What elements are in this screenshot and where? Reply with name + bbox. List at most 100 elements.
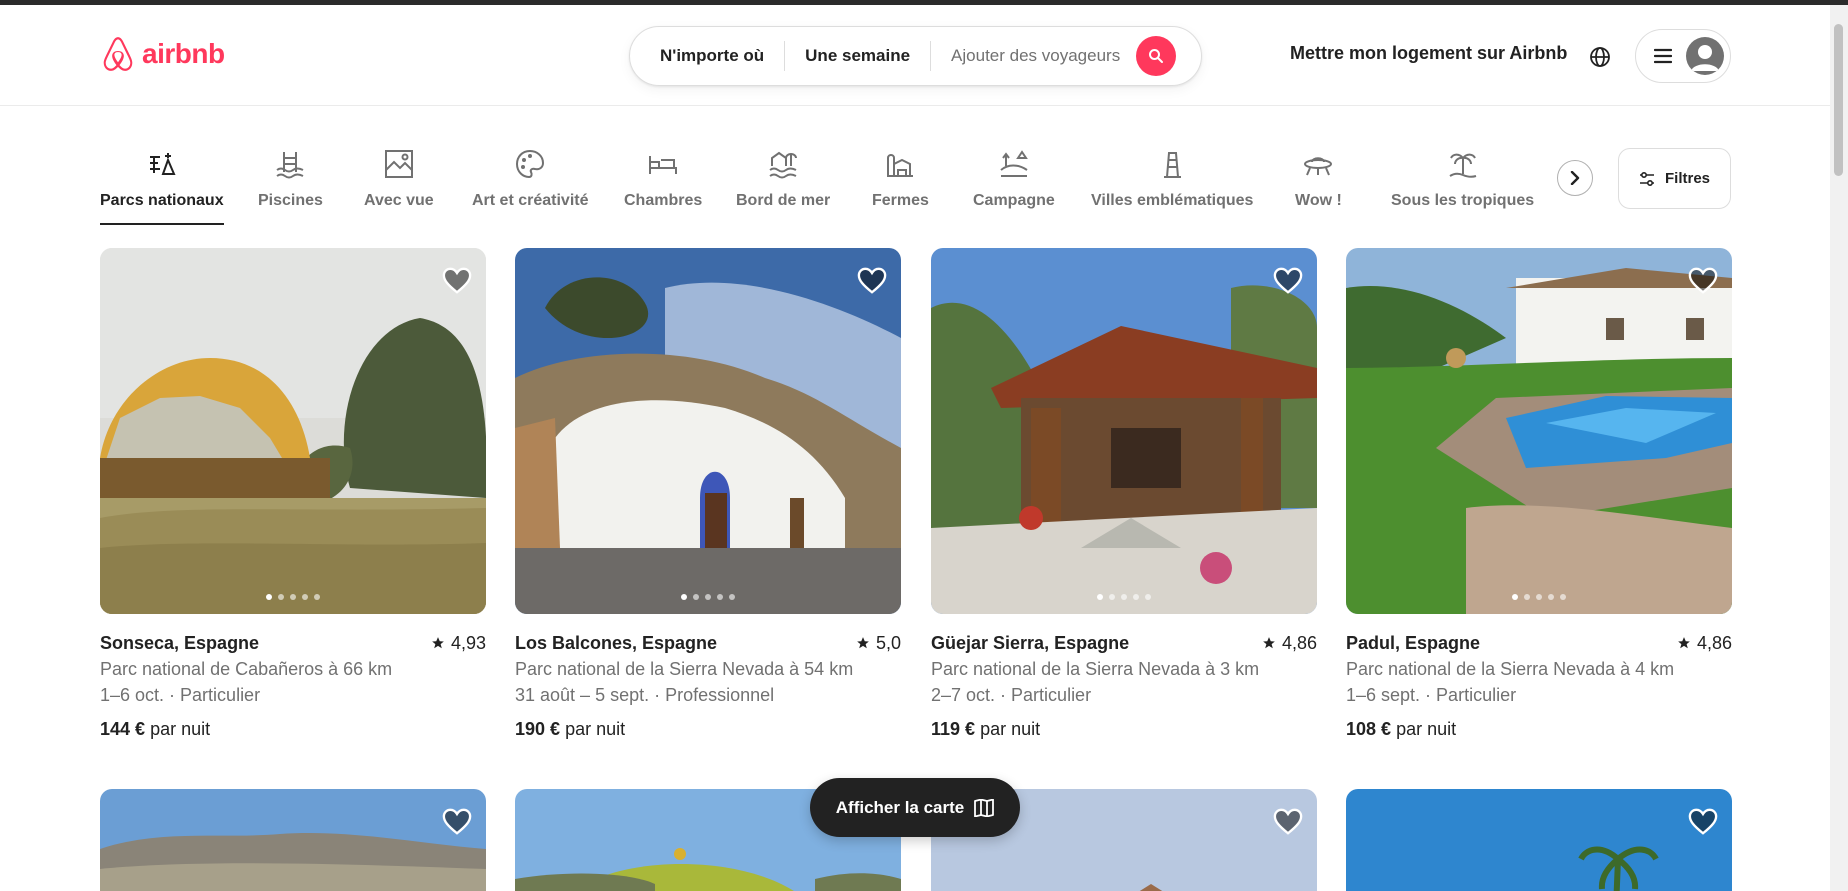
category-label: Sous les tropiques [1391, 192, 1535, 209]
national-park-icon [149, 153, 176, 175]
filters-button[interactable]: Filtres [1618, 148, 1731, 209]
category-bord-de-mer[interactable]: Bord de mer [736, 148, 830, 210]
airbnb-logo[interactable]: airbnb [100, 35, 225, 73]
heart-icon[interactable] [857, 266, 887, 296]
heart-icon[interactable] [1273, 266, 1303, 296]
chevron-right-icon [1570, 171, 1580, 185]
pagination-dot [290, 594, 296, 600]
beachfront-icon [769, 151, 798, 179]
heart-icon[interactable] [1688, 807, 1718, 837]
photo-pagination [100, 594, 486, 600]
listing-price: 190 € par nuit [515, 716, 901, 742]
listing-card[interactable] [1346, 789, 1732, 891]
listing-photo[interactable] [100, 789, 486, 891]
pagination-dot [1548, 594, 1554, 600]
become-host-link[interactable]: Mettre mon logement sur Airbnb [1290, 43, 1567, 64]
header: airbnb N'importe où Une semaine Ajouter … [0, 5, 1830, 106]
pagination-dot [266, 594, 272, 600]
category-wow[interactable]: Wow ! [1295, 148, 1342, 210]
listing-photo[interactable] [931, 248, 1317, 614]
category-label: Bord de mer [736, 192, 831, 209]
category-chambres[interactable]: Chambres [624, 148, 702, 210]
listing-photo[interactable] [515, 248, 901, 614]
category-label: Fermes [872, 192, 929, 209]
heart-icon[interactable] [1273, 807, 1303, 837]
category-villes-emblematiques[interactable]: Villes emblématiques [1091, 148, 1253, 210]
pagination-dot [1560, 594, 1566, 600]
heart-icon[interactable] [442, 807, 472, 837]
pagination-dot [302, 594, 308, 600]
categories-next-button[interactable] [1557, 160, 1593, 196]
search-guests[interactable]: Ajouter des voyageurs [931, 46, 1134, 66]
listing-location: Los Balcones, Espagne [515, 633, 718, 653]
show-map-button[interactable]: Afficher la carte [810, 778, 1020, 837]
filters-icon [1639, 171, 1654, 186]
category-parcs-nationaux[interactable]: Parcs nationaux [100, 148, 224, 225]
map-icon [974, 798, 995, 817]
listing-image [100, 248, 486, 614]
photo-pagination [1346, 594, 1732, 600]
search-when[interactable]: Une semaine [785, 46, 930, 66]
category-campagne[interactable]: Campagne [973, 148, 1055, 210]
listing-location: Padul, Espagne [1346, 633, 1481, 653]
user-menu-button[interactable] [1635, 29, 1731, 83]
pagination-dot [1512, 594, 1518, 600]
price-suffix: par nuit [150, 719, 211, 739]
photo-pagination [931, 594, 1317, 600]
iconic-city-icon [1164, 152, 1182, 178]
user-avatar-icon [1691, 45, 1719, 71]
star-icon [1263, 637, 1275, 649]
pagination-dot [1133, 594, 1139, 600]
price-suffix: par nuit [1396, 719, 1457, 739]
search-bar[interactable]: N'importe où Une semaine Ajouter des voy… [629, 26, 1202, 86]
heart-icon[interactable] [442, 266, 472, 296]
search-where[interactable]: N'importe où [630, 46, 784, 66]
globe-icon[interactable] [1588, 45, 1612, 69]
listing-card[interactable]: Padul, Espagne 4,86 Parc national de la … [1346, 248, 1732, 742]
listing-card[interactable]: Güejar Sierra, Espagne 4,86 Parc nationa… [931, 248, 1317, 742]
category-avec-vue[interactable]: Avec vue [364, 148, 434, 210]
avatar [1686, 37, 1724, 75]
listing-info: Güejar Sierra, Espagne 4,86 Parc nationa… [931, 630, 1317, 742]
category-art-creativite[interactable]: Art et créativité [472, 148, 589, 210]
listing-card[interactable] [100, 789, 486, 891]
scrollbar-thumb[interactable] [1834, 24, 1843, 176]
category-fermes[interactable]: Fermes [872, 148, 929, 210]
listing-info: Sonseca, Espagne 4,93 Parc national de C… [100, 630, 486, 742]
palette-icon [516, 149, 545, 179]
bed-icon [649, 156, 678, 174]
price-amount: 190 € [515, 719, 561, 739]
listing-photo[interactable] [1346, 789, 1732, 891]
rating-value: 5,0 [875, 633, 901, 653]
heart-icon[interactable] [1688, 266, 1718, 296]
countryside-icon [1000, 150, 1028, 177]
logo-text: airbnb [142, 38, 225, 69]
listing-photo[interactable] [1346, 248, 1732, 614]
listing-image [1346, 248, 1732, 614]
listing-rating: 4,86 [1677, 630, 1732, 656]
category-piscines[interactable]: Piscines [258, 148, 323, 210]
search-icon [1149, 49, 1164, 63]
category-label: Campagne [973, 192, 1055, 209]
listing-image [931, 248, 1317, 614]
category-label: Parcs nationaux [100, 192, 224, 225]
category-sous-les-tropiques[interactable]: Sous les tropiques [1391, 148, 1534, 210]
rating-value: 4,86 [1696, 633, 1732, 653]
listing-dates: 1–6 sept. · Particulier [1346, 685, 1517, 705]
pagination-dot [681, 594, 687, 600]
price-amount: 144 € [100, 719, 146, 739]
search-button[interactable] [1136, 36, 1177, 76]
listing-dates: 2–7 oct. · Particulier [931, 685, 1092, 705]
ufo-icon [1304, 157, 1333, 176]
pagination-dot [1097, 594, 1103, 600]
price-amount: 108 € [1346, 719, 1392, 739]
star-icon [1678, 637, 1690, 649]
price-amount: 119 € [931, 719, 976, 739]
listing-location: Güejar Sierra, Espagne [931, 633, 1130, 653]
view-icon [384, 150, 413, 178]
listing-photo[interactable] [100, 248, 486, 614]
listing-card[interactable]: Los Balcones, Espagne 5,0 Parc national … [515, 248, 901, 742]
listing-card[interactable]: Sonseca, Espagne 4,93 Parc national de C… [100, 248, 486, 742]
category-label: Wow ! [1295, 192, 1342, 209]
rating-value: 4,86 [1281, 633, 1317, 653]
